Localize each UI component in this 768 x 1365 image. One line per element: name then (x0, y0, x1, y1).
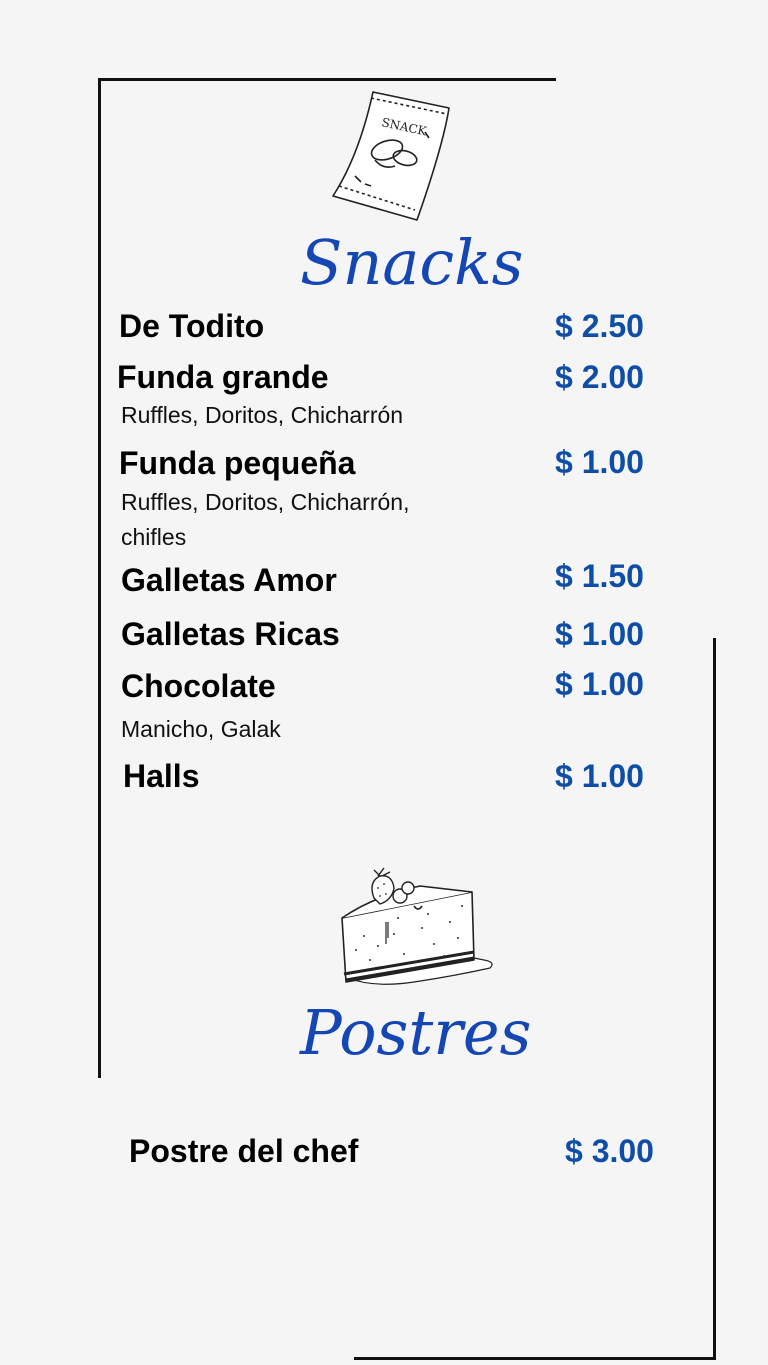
frame-left-line (98, 78, 101, 1078)
item-halls-price: $ 1.00 (555, 758, 644, 794)
item-galletas-ricas-name: Galletas Ricas (121, 616, 340, 652)
frame-bottom-line (354, 1357, 716, 1360)
item-de-todito-name: De Todito (119, 308, 265, 344)
item-chocolate-price: $ 1.00 (555, 666, 644, 702)
frame-right-line (713, 638, 716, 1360)
item-funda-pequena-name: Funda pequeña (119, 445, 356, 481)
item-galletas-amor-price: $ 1.50 (555, 558, 644, 594)
item-galletas-amor-name: Galletas Amor (121, 562, 337, 598)
cake-slice-icon (334, 866, 498, 992)
item-postre-del-chef-price: $ 3.00 (565, 1133, 654, 1169)
postres-title: Postres (300, 996, 532, 1069)
snacks-title: Snacks (300, 226, 524, 299)
item-chocolate-desc: Manicho, Galak (121, 716, 281, 742)
frame-top-line (98, 78, 556, 81)
item-funda-grande-name: Funda grande (117, 359, 329, 395)
item-funda-grande-price: $ 2.00 (555, 359, 644, 395)
item-funda-pequena-price: $ 1.00 (555, 444, 644, 480)
item-funda-grande-desc: Ruffles, Doritos, Chicharrón (121, 402, 404, 428)
item-funda-pequena-desc: Ruffles, Doritos, Chicharrón, chifles (121, 489, 410, 550)
item-postre-del-chef-name: Postre del chef (129, 1133, 359, 1169)
item-chocolate-name: Chocolate (121, 668, 276, 704)
item-halls-name: Halls (123, 758, 200, 794)
item-galletas-ricas-price: $ 1.00 (555, 616, 644, 652)
item-de-todito-price: $ 2.50 (555, 308, 644, 344)
snack-bag-icon: SNACK (325, 86, 455, 226)
